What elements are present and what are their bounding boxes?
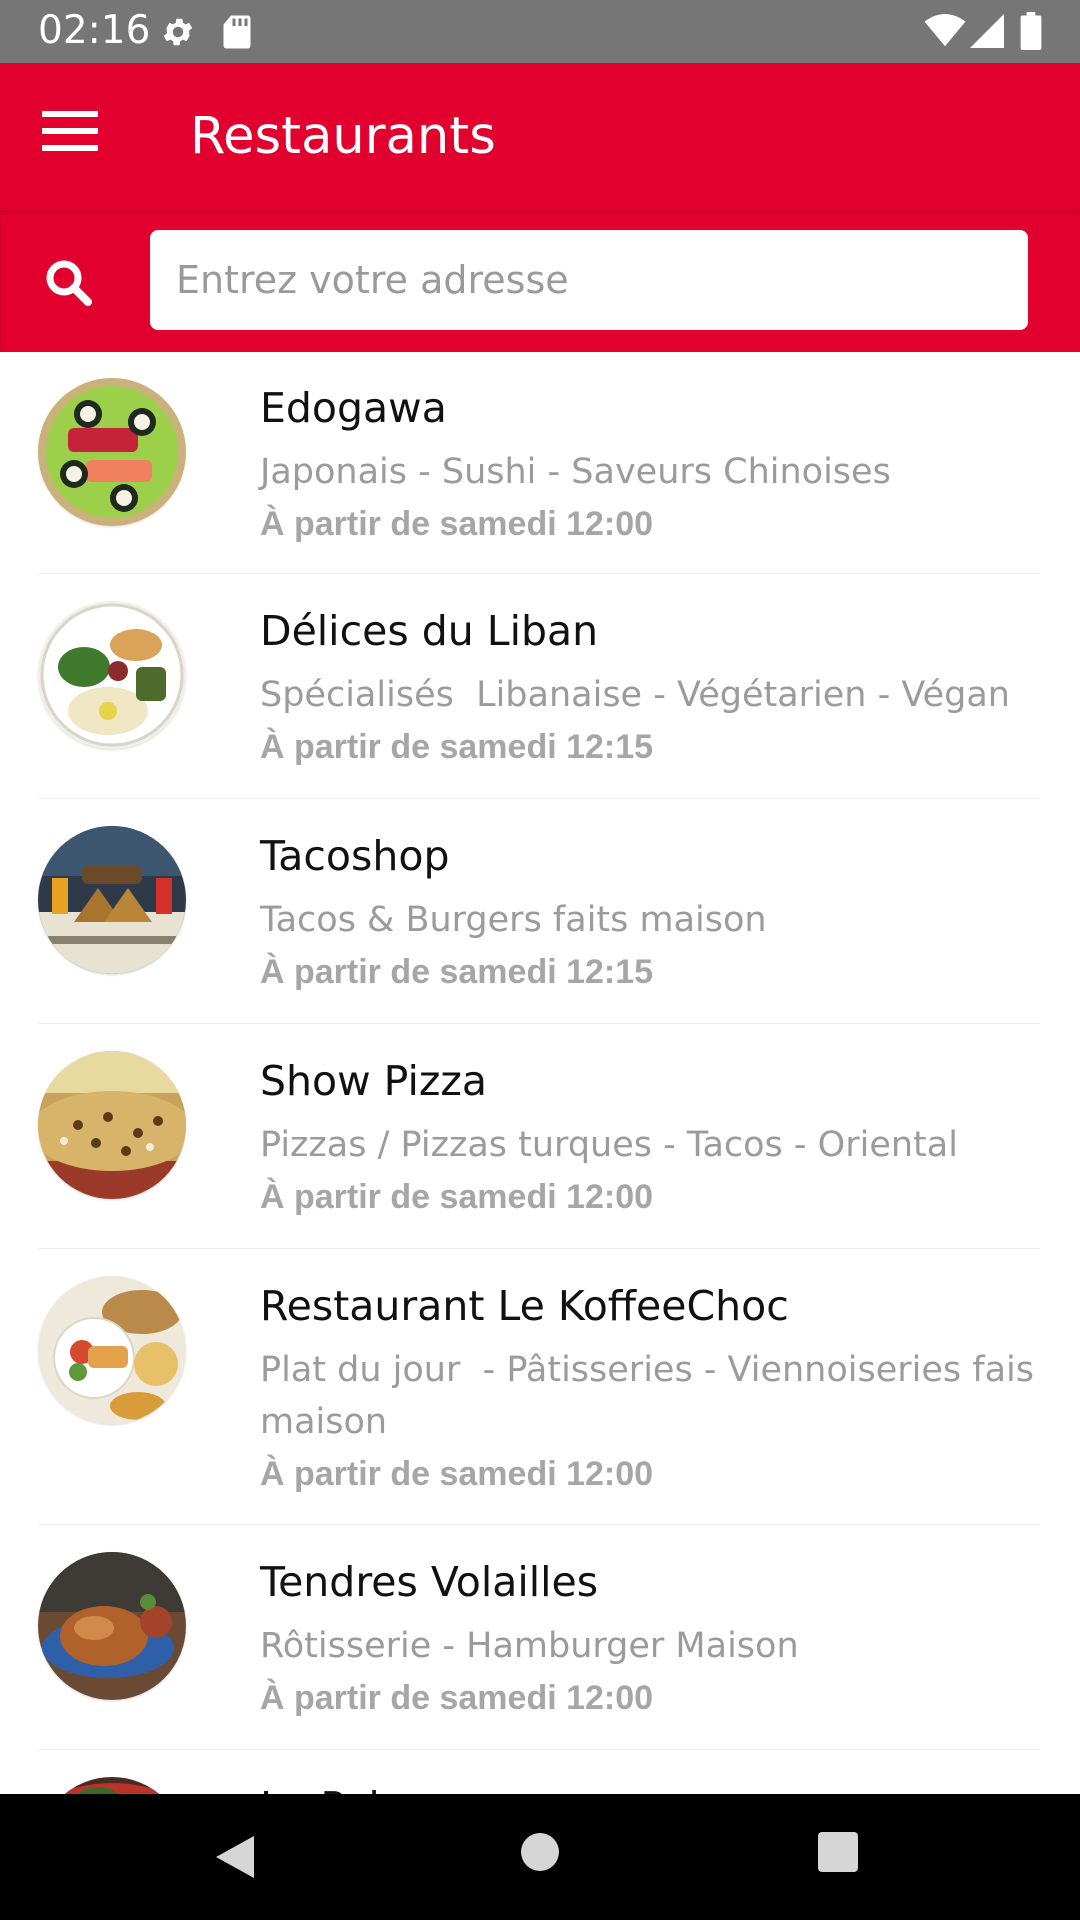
divider	[38, 573, 1040, 574]
app-bar: Restaurants	[0, 63, 1080, 210]
restaurant-row-le-koffeechoc[interactable]: Restaurant Le KoffeeChoc Plat du jour - …	[0, 1250, 1080, 1525]
sushi-photo	[38, 378, 186, 526]
restaurant-categories: Japonais - Sushi - Saveurs Chinoises	[260, 452, 891, 492]
back-triangle-icon	[210, 1836, 260, 1886]
restaurant-name: Edogawa	[260, 384, 447, 432]
pizza-photo	[38, 1051, 186, 1199]
restaurant-availability: À partir de samedi 12:15	[260, 953, 654, 991]
restaurant-row-show-pizza[interactable]: Show Pizza Pizzas / Pizzas turques - Tac…	[0, 1025, 1080, 1249]
restaurant-categories: Rôtisserie - Hamburger Maison	[260, 1626, 799, 1666]
restaurant-availability: À partir de samedi 12:00	[260, 1455, 654, 1493]
search-icon	[44, 260, 94, 312]
wifi-icon	[924, 14, 966, 53]
settings-icon	[160, 14, 196, 55]
menu-button[interactable]	[40, 107, 120, 167]
status-bar: 02:16	[0, 0, 1080, 63]
restaurant-categories: Pizzas / Pizzas turques - Tacos - Orient…	[260, 1125, 958, 1165]
restaurant-categories: Tacos & Burgers faits maison	[260, 900, 767, 940]
hamburger-menu-icon	[40, 111, 100, 161]
signal-icon	[970, 14, 1004, 53]
restaurant-name: Restaurant Le KoffeeChoc	[260, 1282, 789, 1330]
restaurant-name: Délices du Liban	[260, 607, 599, 655]
home-circle-icon	[520, 1833, 560, 1876]
restaurant-name: Tendres Volailles	[260, 1558, 599, 1606]
status-time: 02:16	[38, 8, 151, 53]
restaurant-categories: Plat du jour - Pâtisseries - Viennoiseri…	[260, 1350, 1046, 1442]
restaurant-availability: À partir de samedi 12:00	[260, 505, 654, 543]
divider	[38, 1524, 1040, 1525]
divider	[38, 1749, 1040, 1750]
recents-button[interactable]	[817, 1831, 859, 1878]
restaurant-name: Show Pizza	[260, 1057, 488, 1105]
lebanese-platter-photo	[38, 601, 186, 749]
restaurant-categories: Spécialisés Libanaise - Végétarien - Vég…	[260, 675, 1010, 715]
sd-card-icon	[222, 14, 252, 55]
tacos-burgers-photo	[38, 826, 186, 974]
screen: 02:16 Restaurants Entrez votre adresse E…	[0, 0, 1080, 1920]
restaurant-row-partial[interactable]: Le Pal...	[0, 1751, 1080, 1794]
plat-du-jour-photo	[38, 1276, 186, 1424]
divider	[38, 1023, 1040, 1024]
search-button[interactable]	[44, 258, 104, 308]
page-title: Restaurants	[190, 107, 496, 166]
home-button[interactable]	[520, 1832, 560, 1877]
restaurant-row-tendres-volailles[interactable]: Tendres Volailles Rôtisserie - Hamburger…	[0, 1526, 1080, 1750]
recents-square-icon	[817, 1832, 859, 1877]
roast-chicken-photo	[38, 1552, 186, 1700]
restaurant-availability: À partir de samedi 12:00	[260, 1679, 654, 1717]
search-bar	[0, 210, 1080, 352]
navigation-bar	[0, 1794, 1080, 1920]
restaurant-name: Tacoshop	[260, 832, 450, 880]
battery-icon	[1020, 12, 1042, 55]
address-search-input[interactable]	[150, 230, 1028, 330]
restaurant-row-delices-du-liban[interactable]: Délices du Liban Spécialisés Libanaise -…	[0, 575, 1080, 799]
restaurant-name: Le Pal...	[260, 1781, 419, 1794]
divider	[38, 1248, 1040, 1249]
divider	[38, 798, 1040, 799]
restaurant-row-edogawa[interactable]: Edogawa Japonais - Sushi - Saveurs Chino…	[0, 352, 1080, 574]
restaurant-row-tacoshop[interactable]: Tacoshop Tacos & Burgers faits maison À …	[0, 800, 1080, 1024]
restaurant-list[interactable]: Edogawa Japonais - Sushi - Saveurs Chino…	[0, 352, 1080, 1794]
restaurant-availability: À partir de samedi 12:00	[260, 1178, 654, 1216]
back-button[interactable]	[210, 1832, 260, 1887]
partially-visible-photo	[38, 1777, 186, 1794]
restaurant-availability: À partir de samedi 12:15	[260, 728, 654, 766]
